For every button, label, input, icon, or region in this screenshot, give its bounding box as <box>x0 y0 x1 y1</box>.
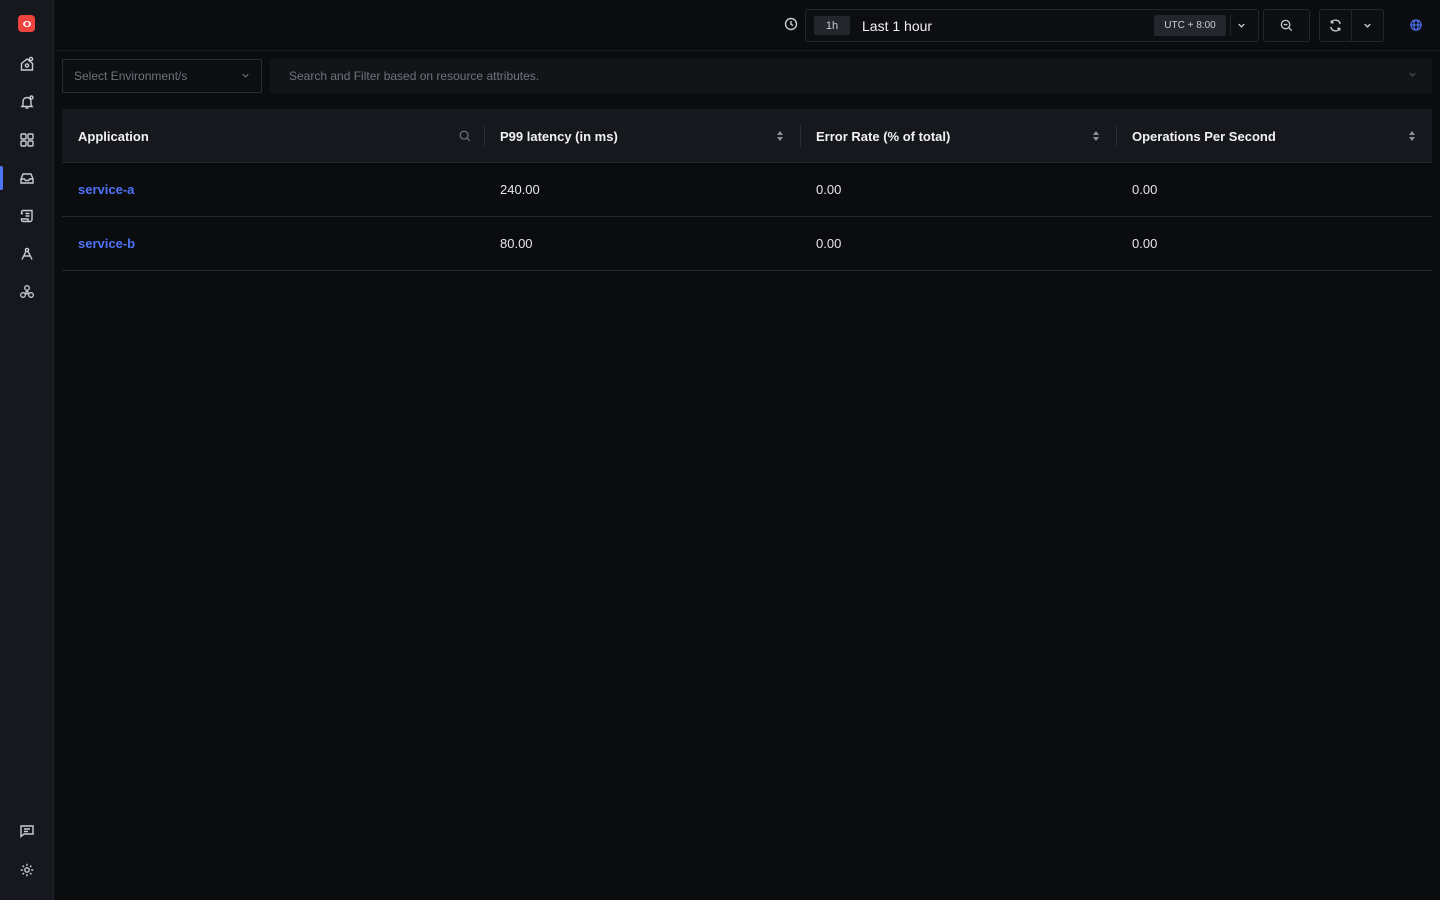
environment-select[interactable]: Select Environment/s <box>62 59 262 93</box>
time-range-label: Last 1 hour <box>862 18 933 34</box>
sidebar-item-feedback[interactable] <box>0 812 54 850</box>
column-header-label: Operations Per Second <box>1132 128 1276 144</box>
cell-error-rate: 0.00 <box>816 236 842 251</box>
refresh-control <box>1319 9 1384 42</box>
table-row[interactable]: service-a 240.00 0.00 0.00 <box>62 163 1432 217</box>
column-header-p99[interactable]: P99 latency (in ms) <box>484 109 800 163</box>
sidebar-item-home[interactable] <box>0 45 54 83</box>
globe-icon[interactable] <box>1407 16 1425 34</box>
scroll-icon <box>20 209 33 223</box>
service-link[interactable]: service-b <box>78 236 135 251</box>
search-icon[interactable] <box>458 129 472 146</box>
route-icon <box>21 247 33 260</box>
cell-error-rate: 0.00 <box>816 182 842 197</box>
search-placeholder: Search and Filter based on resource attr… <box>289 69 540 83</box>
cell-p99: 240.00 <box>500 182 540 197</box>
refresh-icon <box>1329 19 1341 32</box>
table-header: Application P99 latency (in ms) Error Ra… <box>62 109 1432 163</box>
brand-logo[interactable] <box>18 15 35 32</box>
chat-icon <box>20 825 34 838</box>
column-header-ops[interactable]: Operations Per Second <box>1116 109 1432 163</box>
cell-application: service-b <box>62 217 484 270</box>
sidebar-item-settings[interactable] <box>0 851 54 889</box>
zoom-out-icon <box>1280 19 1293 32</box>
column-header-application: Application <box>62 109 484 163</box>
column-header-label: Application <box>78 128 149 144</box>
sidebar-item-dashboards[interactable] <box>0 121 54 159</box>
clock-icon <box>783 16 799 32</box>
sidebar-item-traces[interactable] <box>0 235 54 273</box>
resource-attribute-search[interactable]: Search and Filter based on resource attr… <box>270 59 1432 93</box>
time-range-badge: 1h <box>814 16 850 35</box>
refresh-interval-dropdown[interactable] <box>1352 10 1383 41</box>
refresh-button[interactable] <box>1320 10 1352 41</box>
sidebar <box>0 0 54 900</box>
sort-icon[interactable] <box>1092 129 1100 143</box>
column-header-error-rate[interactable]: Error Rate (% of total) <box>800 109 1116 163</box>
cell-p99: 80.00 <box>500 236 533 251</box>
sort-icon[interactable] <box>776 129 784 143</box>
chevron-down-icon <box>240 70 251 84</box>
sort-icon[interactable] <box>1408 129 1416 143</box>
column-header-label: Error Rate (% of total) <box>816 128 951 144</box>
cell-application: service-a <box>62 163 484 216</box>
time-range-picker[interactable]: 1h Last 1 hour UTC + 8:00 <box>805 9 1259 42</box>
service-link[interactable]: service-a <box>78 182 134 197</box>
app-root: 1h Last 1 hour UTC + 8:00 Select Environ… <box>0 0 1440 900</box>
chevron-down-icon[interactable] <box>1230 15 1252 36</box>
inbox-icon <box>20 173 34 184</box>
column-header-label: P99 latency (in ms) <box>500 128 618 144</box>
sidebar-item-alerts[interactable] <box>0 83 54 121</box>
timezone-badge[interactable]: UTC + 8:00 <box>1154 15 1226 36</box>
cell-ops: 0.00 <box>1132 182 1158 197</box>
sidebar-item-logs[interactable] <box>0 197 54 235</box>
grid-icon <box>20 133 34 147</box>
zoom-out-button[interactable] <box>1263 9 1310 42</box>
table-row[interactable]: service-b 80.00 0.00 0.00 <box>62 217 1432 271</box>
home-icon <box>20 56 34 71</box>
sidebar-item-services[interactable] <box>0 159 54 197</box>
topbar: 1h Last 1 hour UTC + 8:00 <box>54 0 1440 51</box>
nodes-icon <box>20 285 34 298</box>
gear-icon <box>20 863 34 877</box>
chevron-down-icon <box>1364 23 1371 28</box>
sidebar-item-integrations[interactable] <box>0 273 54 311</box>
bell-icon <box>20 95 34 109</box>
chevron-down-icon <box>1407 69 1418 83</box>
environment-select-placeholder: Select Environment/s <box>74 69 188 83</box>
services-table: Application P99 latency (in ms) Error Ra… <box>62 109 1432 271</box>
cell-ops: 0.00 <box>1132 236 1158 251</box>
